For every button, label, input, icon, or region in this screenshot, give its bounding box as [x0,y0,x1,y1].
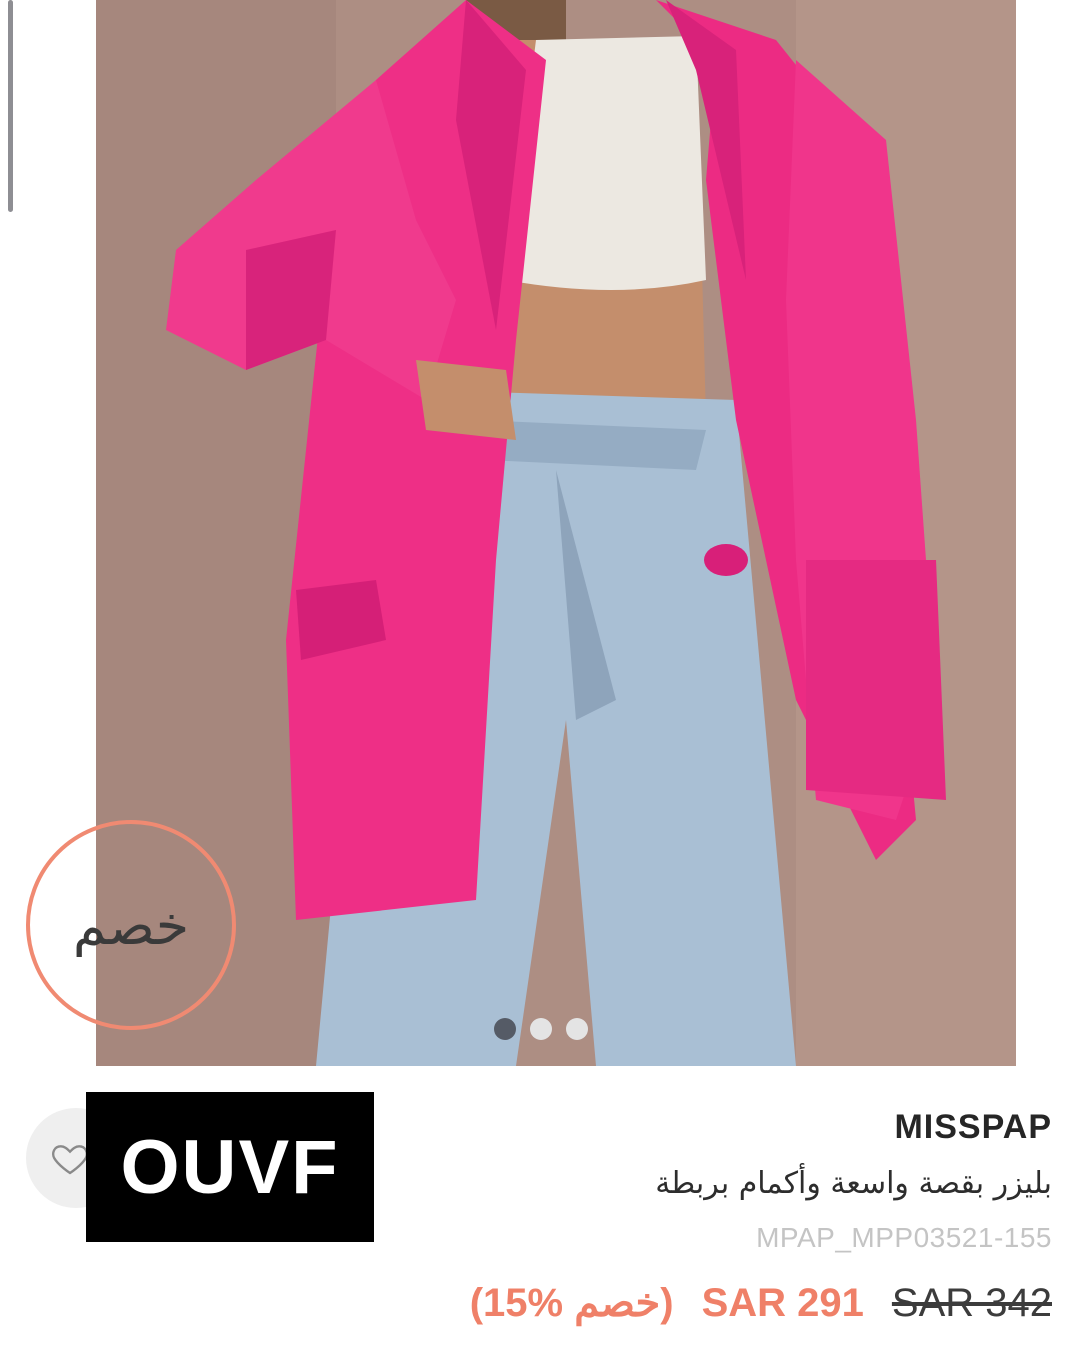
discount-badge: خصم [26,820,236,1030]
gallery-dot-1[interactable] [494,1018,516,1040]
product-page: خصم OUVF MISSPAP بليزر بقصة واسعة وأكمام… [0,0,1080,1350]
gallery-pagination[interactable] [494,1018,588,1040]
original-price: SAR 342 [891,1280,1052,1325]
discount-percent: (15% خصم) [469,1281,674,1325]
watermark-logo: OUVF [86,1092,374,1242]
product-brand[interactable]: MISSPAP [894,1108,1052,1147]
gallery-dot-3[interactable] [566,1018,588,1040]
watermark-text: OUVF [120,1124,340,1210]
discount-badge-label: خصم [72,893,190,957]
product-title: بليزر بقصة واسعة وأكمام بربطة [655,1166,1052,1201]
price-row: (15% خصم) SAR 291 SAR 342 [470,1280,1052,1326]
scroll-indicator[interactable] [8,0,13,212]
gallery-dot-2[interactable] [530,1018,552,1040]
sale-price: SAR 291 [701,1280,864,1325]
product-sku: MPAP_MPP03521-155 [756,1222,1052,1253]
heart-icon [52,1145,88,1175]
